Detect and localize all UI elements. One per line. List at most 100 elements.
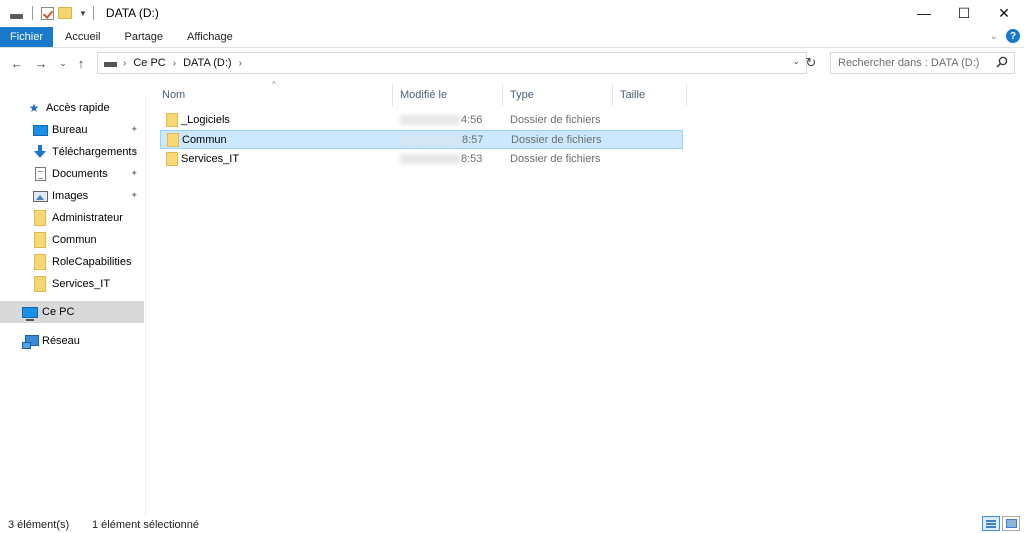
tab-accueil[interactable]: Accueil [53, 27, 112, 47]
maximize-button[interactable]: ☐ [944, 0, 984, 26]
images-icon [32, 189, 48, 203]
sidebar-item-rolecapabilities[interactable]: RoleCapabilities [0, 251, 144, 273]
help-icon[interactable]: ? [1006, 29, 1020, 43]
breadcrumb-data-d[interactable]: DATA (D:) [183, 57, 231, 69]
sidebar-item-label: Administrateur [52, 212, 123, 224]
minimize-button[interactable]: — [904, 0, 944, 26]
file-type: Dossier de fichiers [510, 153, 601, 165]
toolbar-separator [32, 6, 33, 20]
tab-affichage[interactable]: Affichage [175, 27, 245, 47]
file-type: Dossier de fichiers [511, 134, 602, 146]
column-header-size[interactable]: Taille [614, 84, 686, 106]
redacted-date [400, 115, 460, 125]
properties-icon[interactable] [39, 5, 55, 21]
file-name: Commun [182, 134, 227, 146]
file-modified: 8:57 [462, 134, 484, 146]
folder-icon [32, 210, 48, 226]
breadcrumb-separator[interactable]: › [173, 58, 176, 69]
sidebar-item-bureau[interactable]: Bureau ✦ [0, 119, 144, 141]
folder-icon [32, 276, 48, 292]
drive-icon[interactable] [8, 5, 24, 21]
sidebar-item-label: Bureau [52, 124, 88, 136]
expand-ribbon-chevron-icon[interactable]: ⌄ [990, 31, 998, 42]
file-modified: 4:56 [461, 114, 483, 126]
tab-partage[interactable]: Partage [112, 27, 175, 47]
customize-toolbar-chevron-icon[interactable]: ▼ [79, 9, 87, 18]
column-header-type[interactable]: Type [504, 84, 612, 106]
sidebar-item-label: Images [52, 190, 89, 202]
breadcrumb-separator[interactable]: › [239, 58, 242, 69]
large-icons-view-icon [1005, 519, 1017, 528]
sidebar-item-acces-rapide[interactable]: ★ Accès rapide [0, 97, 144, 119]
column-divider[interactable] [392, 84, 393, 106]
tab-fichier[interactable]: Fichier [0, 27, 54, 47]
sidebar-item-label: Réseau [42, 335, 80, 347]
navigation-bar: ← → ⌄ ↑ › Ce PC › DATA (D:) › ⌄ ↻ Recher… [0, 51, 1024, 75]
navigation-pane: ★ Accès rapide Bureau ✦ Téléchargements … [0, 95, 146, 515]
folder-icon [167, 133, 179, 147]
details-view-button[interactable] [982, 516, 1000, 531]
column-header-name[interactable]: Nom [156, 84, 392, 106]
sidebar-item-images[interactable]: Images ✦ [0, 185, 144, 207]
file-row[interactable]: Commun 8:57 Dossier de fichiers [160, 130, 683, 149]
search-input[interactable]: Rechercher dans : DATA (D:) [830, 52, 1015, 74]
ribbon-divider [0, 47, 1024, 48]
details-view-icon [986, 519, 996, 528]
search-icon[interactable] [996, 56, 1008, 68]
sidebar-item-documents[interactable]: Documents ✦ [0, 163, 144, 185]
sidebar-item-ce-pc[interactable]: Ce PC [0, 301, 144, 323]
file-row[interactable]: Services_IT 8:53 Dossier de fichiers [160, 150, 683, 169]
item-count: 3 élément(s) [8, 519, 70, 531]
search-placeholder: Rechercher dans : DATA (D:) [838, 57, 980, 69]
this-pc-icon [22, 305, 38, 321]
toolbar-separator [92, 6, 94, 20]
pin-icon: ✦ [130, 124, 138, 134]
sidebar-item-services-it[interactable]: Services_IT [0, 273, 144, 295]
sidebar-item-commun[interactable]: Commun [0, 229, 144, 251]
address-dropdown-chevron-icon[interactable]: ⌄ [792, 56, 800, 67]
network-icon [22, 334, 39, 349]
window-controls: — ☐ ✕ [904, 0, 1024, 26]
new-folder-icon[interactable] [57, 5, 73, 21]
up-button[interactable]: ↑ [72, 53, 90, 73]
refresh-button[interactable]: ↻ [800, 53, 822, 73]
sidebar-item-label: RoleCapabilities [52, 256, 132, 268]
breadcrumb-ce-pc[interactable]: Ce PC [133, 57, 165, 69]
sidebar-item-label: Ce PC [42, 306, 75, 318]
window-title: DATA (D:) [105, 6, 159, 20]
column-divider[interactable] [502, 84, 503, 106]
sidebar-item-label: Documents [52, 168, 108, 180]
file-name: Services_IT [181, 153, 240, 165]
ribbon-right-controls: ⌄ ? [990, 29, 1020, 43]
status-bar: 3 élément(s) 1 élément sélectionné [0, 519, 1024, 533]
forward-button[interactable]: → [32, 53, 50, 73]
sidebar-item-administrateur[interactable]: Administrateur [0, 207, 144, 229]
quick-access-star-icon: ★ [28, 101, 40, 115]
quick-access-toolbar: ▼ DATA (D:) [0, 0, 159, 26]
recent-locations-chevron-icon[interactable]: ⌄ [54, 53, 72, 73]
back-button[interactable]: ← [8, 53, 26, 73]
file-row[interactable]: _Logiciels 4:56 Dossier de fichiers [160, 111, 683, 130]
address-bar[interactable]: › Ce PC › DATA (D:) › ⌄ [97, 52, 807, 74]
folder-icon [32, 232, 48, 248]
file-name: _Logiciels [181, 114, 230, 126]
drive-icon [104, 62, 117, 67]
folder-icon [32, 254, 48, 270]
large-icons-view-button[interactable] [1002, 516, 1020, 531]
sidebar-item-reseau[interactable]: Réseau [0, 330, 144, 352]
folder-icon [166, 113, 178, 127]
pin-icon: ✦ [130, 190, 138, 200]
column-divider[interactable] [686, 84, 687, 106]
ribbon-tabs: Fichier Accueil Partage Affichage ⌄ ? [0, 27, 1024, 47]
file-modified: 8:53 [461, 153, 483, 165]
column-header-modified[interactable]: Modifié le [394, 84, 502, 106]
desktop-icon [32, 123, 48, 137]
sidebar-item-telechargements[interactable]: Téléchargements ✦ [0, 141, 144, 163]
pin-icon: ✦ [130, 146, 138, 156]
column-divider[interactable] [612, 84, 613, 106]
close-button[interactable]: ✕ [984, 0, 1024, 26]
breadcrumb-separator[interactable]: › [123, 58, 126, 69]
folder-icon [166, 152, 178, 166]
download-icon [32, 145, 48, 159]
redacted-date [401, 135, 461, 145]
